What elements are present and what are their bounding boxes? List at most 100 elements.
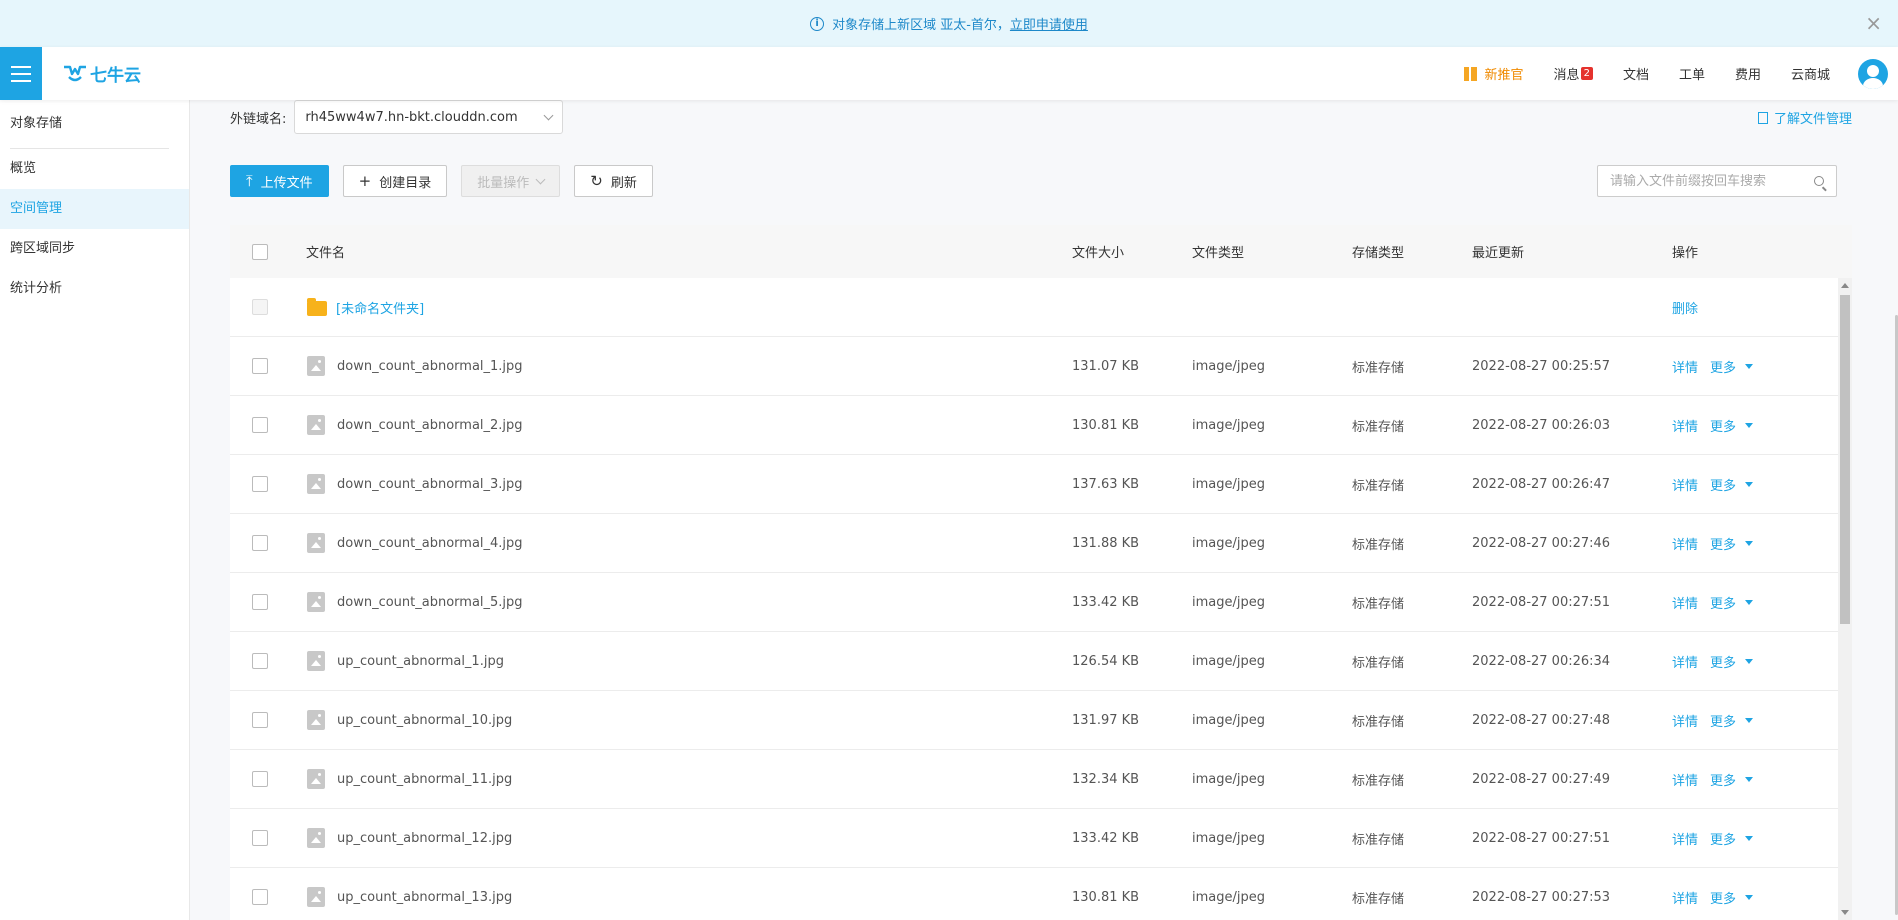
detail-link[interactable]: 详情 (1672, 652, 1698, 671)
select-all-checkbox[interactable] (252, 243, 268, 260)
more-link[interactable]: 更多 (1710, 652, 1736, 671)
row-checkbox[interactable] (252, 653, 268, 669)
file-name[interactable]: down_count_abnormal_2.jpg (337, 418, 523, 433)
more-link[interactable]: 更多 (1710, 416, 1736, 435)
upload-icon: ⤒ (246, 172, 253, 190)
file-name[interactable]: down_count_abnormal_1.jpg (337, 359, 523, 374)
nav-marketplace[interactable]: 云商城 (1791, 64, 1830, 83)
nav-billing[interactable]: 费用 (1735, 64, 1761, 83)
more-link[interactable]: 更多 (1710, 534, 1736, 553)
table-row: up_count_abnormal_10.jpg 131.97 KB image/j… (230, 691, 1852, 750)
caret-down-icon[interactable] (1745, 717, 1754, 723)
file-type: image/jpeg (1192, 476, 1265, 492)
nav-messages[interactable]: 消息 2 (1554, 64, 1593, 83)
hamburger-menu-button[interactable] (0, 47, 42, 100)
notice-apply-link[interactable]: 立即申请使用 (1010, 14, 1088, 33)
scroll-down-icon[interactable] (1841, 910, 1849, 915)
file-name-cell: up_count_abnormal_12.jpg (307, 828, 512, 848)
more-link[interactable]: 更多 (1710, 711, 1736, 730)
detail-link[interactable]: 详情 (1672, 770, 1698, 789)
detail-link[interactable]: 详情 (1672, 711, 1698, 730)
table-scrollbar[interactable] (1838, 278, 1852, 920)
avatar[interactable] (1858, 58, 1888, 89)
file-name[interactable]: down_count_abnormal_5.jpg (337, 595, 523, 610)
caret-down-icon[interactable] (1745, 835, 1754, 841)
detail-link[interactable]: 详情 (1672, 829, 1698, 848)
detail-link[interactable]: 详情 (1672, 888, 1698, 907)
row-checkbox[interactable] (252, 712, 268, 728)
file-type: image/jpeg (1192, 830, 1265, 846)
caret-down-icon[interactable] (1745, 599, 1754, 605)
sidebar-item-statistics[interactable]: 统计分析 (0, 269, 189, 309)
row-checkbox[interactable] (252, 830, 268, 846)
file-name[interactable]: down_count_abnormal_3.jpg (337, 477, 523, 492)
row-checkbox[interactable] (252, 476, 268, 492)
file-type: image/jpeg (1192, 771, 1265, 787)
scroll-up-icon[interactable] (1841, 283, 1849, 288)
row-checkbox[interactable] (252, 594, 268, 610)
row-checkbox[interactable] (252, 771, 268, 787)
more-link[interactable]: 更多 (1710, 357, 1736, 376)
row-checkbox[interactable] (252, 358, 268, 374)
image-file-icon (307, 887, 325, 907)
delete-link[interactable]: 删除 (1672, 298, 1698, 317)
file-type: image/jpeg (1192, 889, 1265, 905)
caret-down-icon[interactable] (1745, 894, 1754, 900)
batch-operations-button[interactable]: 批量操作 (461, 165, 561, 197)
sidebar-item-space-management[interactable]: 空间管理 (0, 189, 189, 229)
page-scrollbar[interactable] (1894, 100, 1898, 920)
sidebar-item-cross-region-sync[interactable]: 跨区域同步 (0, 229, 189, 269)
logo[interactable]: 七牛云 (62, 61, 141, 86)
row-checkbox[interactable] (252, 889, 268, 905)
updated-time: 2022-08-27 00:26:34 (1472, 653, 1611, 669)
caret-down-icon[interactable] (1745, 481, 1754, 487)
caret-down-icon[interactable] (1745, 776, 1754, 782)
refresh-button[interactable]: ↻ 刷新 (574, 165, 653, 197)
detail-link[interactable]: 详情 (1672, 357, 1698, 376)
detail-link[interactable]: 详情 (1672, 593, 1698, 612)
file-table: 文件名 文件大小 文件类型 存储类型 最近更新 操作 [未命名文件夹] 删除 d… (230, 225, 1852, 920)
domain-select[interactable]: rh45ww4w7.hn-bkt.clouddn.com (294, 100, 564, 134)
file-name[interactable]: up_count_abnormal_1.jpg (337, 654, 504, 669)
file-type: image/jpeg (1192, 417, 1265, 433)
caret-down-icon[interactable] (1745, 658, 1754, 664)
more-link[interactable]: 更多 (1710, 888, 1736, 907)
scroll-thumb[interactable] (1840, 295, 1850, 624)
learn-file-management-link[interactable]: 了解文件管理 (1757, 108, 1852, 127)
file-name[interactable]: up_count_abnormal_13.jpg (337, 890, 512, 905)
detail-link[interactable]: 详情 (1672, 534, 1698, 553)
close-icon[interactable]: × (1865, 13, 1882, 33)
updated-time: 2022-08-27 00:26:03 (1472, 417, 1611, 433)
file-name[interactable]: up_count_abnormal_12.jpg (337, 831, 512, 846)
storage-type: 标准存储 (1352, 596, 1405, 612)
nav-tickets[interactable]: 工单 (1679, 64, 1705, 83)
row-checkbox[interactable] (252, 417, 268, 433)
header-ops: 操作 (1672, 246, 1699, 261)
detail-link[interactable]: 详情 (1672, 416, 1698, 435)
caret-down-icon[interactable] (1745, 540, 1754, 546)
caret-down-icon[interactable] (1745, 363, 1754, 369)
file-name[interactable]: down_count_abnormal_4.jpg (337, 536, 523, 551)
nav-docs[interactable]: 文档 (1623, 64, 1649, 83)
search-input[interactable] (1610, 173, 1800, 189)
detail-link[interactable]: 详情 (1672, 475, 1698, 494)
table-row: up_count_abnormal_13.jpg 130.81 KB image/j… (230, 868, 1852, 920)
file-name[interactable]: up_count_abnormal_10.jpg (337, 713, 512, 728)
folder-link[interactable]: [未命名文件夹] (336, 298, 424, 317)
nav-promoter[interactable]: 新推官 (1463, 64, 1524, 83)
header-name: 文件名 (306, 246, 346, 261)
file-name-cell: down_count_abnormal_1.jpg (307, 356, 523, 376)
create-directory-button[interactable]: + 创建目录 (342, 165, 448, 197)
caret-down-icon[interactable] (1745, 422, 1754, 428)
search-icon[interactable] (1814, 176, 1824, 186)
row-checkbox[interactable] (252, 535, 268, 551)
file-name[interactable]: up_count_abnormal_11.jpg (337, 772, 512, 787)
more-link[interactable]: 更多 (1710, 770, 1736, 789)
sidebar-title: 对象存储 (10, 116, 63, 131)
file-size: 130.81 KB (1072, 889, 1140, 905)
upload-file-button[interactable]: ⤒ 上传文件 (230, 165, 329, 197)
more-link[interactable]: 更多 (1710, 829, 1736, 848)
sidebar-item-overview[interactable]: 概览 (0, 149, 189, 189)
more-link[interactable]: 更多 (1710, 475, 1736, 494)
more-link[interactable]: 更多 (1710, 593, 1736, 612)
